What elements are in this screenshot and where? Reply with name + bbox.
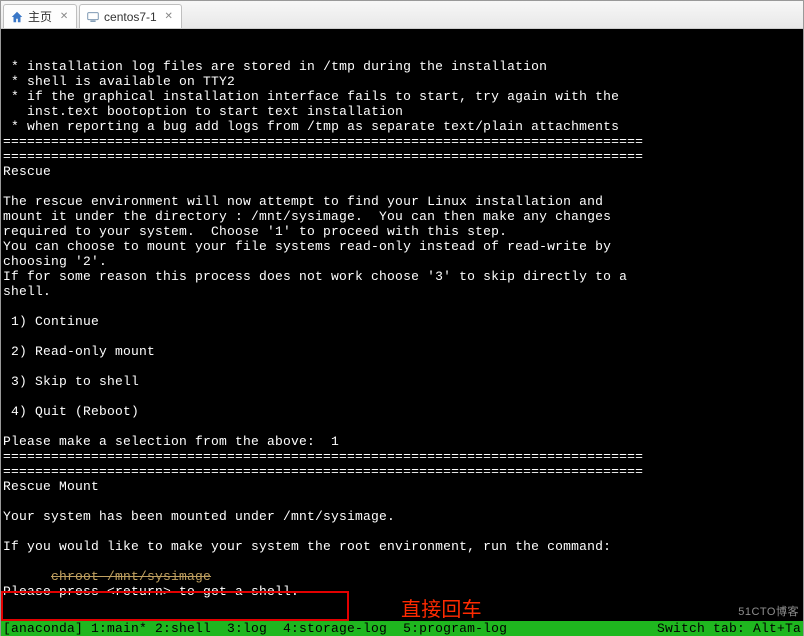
terminal-content: * installation log files are stored in /… [1,44,803,599]
option-quit: 4) Quit (Reboot) [11,404,139,419]
status-right: Switch tab: Alt+Ta [657,621,803,636]
status-left: [anaconda] 1:main* 2:shell 3:log 4:stora… [1,621,507,636]
close-icon[interactable]: ✕ [163,11,175,23]
annotation-text: 直接回车 [401,603,482,618]
option-readonly: 2) Read-only mount [11,344,155,359]
watermark: 51CTO博客 [738,605,799,620]
tab-strip: 主页 ✕ centos7-1 ✕ [1,1,803,29]
option-continue: 1) Continue [11,314,99,329]
option-skip: 3) Skip to shell [11,374,139,389]
terminal[interactable]: * installation log files are stored in /… [1,29,803,636]
rescue-title: Rescue [3,164,51,179]
selection-prompt: Please make a selection from the above: … [3,434,339,449]
tab-home[interactable]: 主页 ✕ [3,4,77,28]
tab-label: centos7-1 [104,10,157,24]
status-bar: [anaconda] 1:main* 2:shell 3:log 4:stora… [1,621,803,636]
tab-centos7-1[interactable]: centos7-1 ✕ [79,4,182,28]
chroot-line: chroot /mnt/sysimage [51,569,211,584]
vm-icon [86,10,100,24]
home-icon [10,10,24,24]
rescue-mount-title: Rescue Mount [3,479,99,494]
close-icon[interactable]: ✕ [58,11,70,23]
tab-label: 主页 [28,8,52,25]
press-return-line: Please press <return> to get a shell. [3,584,299,599]
